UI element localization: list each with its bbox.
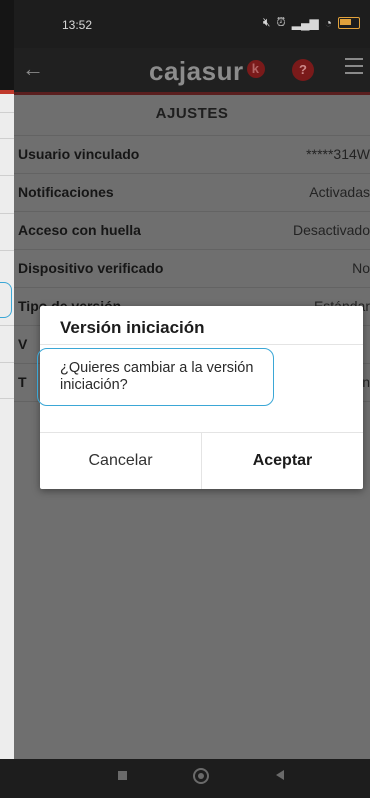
back-icon[interactable] (276, 770, 284, 780)
previous-screen-header (0, 0, 14, 90)
previous-screen-divider (0, 362, 14, 363)
row-label: T (18, 374, 27, 390)
row-value: Activadas (309, 184, 370, 200)
logo-text: cajasur (149, 56, 244, 86)
home-icon[interactable] (193, 768, 209, 784)
logo-badge: k (246, 59, 265, 78)
row-label: Usuario vinculado (18, 146, 140, 162)
previous-screen-divider (0, 138, 14, 139)
previous-screen-divider (0, 398, 14, 399)
previous-screen-divider (0, 213, 14, 214)
alarm-icon: ⏰︎ (276, 15, 286, 29)
row-value: *****314W (306, 146, 370, 162)
settings-row-linked-user[interactable]: Usuario vinculado *****314W (14, 135, 370, 173)
phone-screen: 13:52 🔇︎ ⏰︎ ▂▄▆ ◔ ← cajasur k ? AJUSTES … (14, 0, 370, 798)
signal-icon: ▂▄▆ (291, 15, 319, 30)
row-label: Notificaciones (18, 184, 114, 200)
previous-screen-pane (0, 94, 14, 759)
app-bar: ← cajasur k ? (14, 48, 370, 92)
accept-button[interactable]: Aceptar (202, 433, 363, 489)
settings-row-fingerprint[interactable]: Acceso con huella Desactivado (14, 211, 370, 249)
status-icons: 🔇︎ ⏰︎ ▂▄▆ ◔ (263, 15, 360, 30)
status-time: 13:52 (62, 18, 93, 32)
previous-screen-highlight (0, 282, 12, 318)
row-value: No (352, 260, 370, 276)
previous-screen-divider (0, 175, 14, 176)
settings-row-notifications[interactable]: Notificaciones Activadas (14, 173, 370, 211)
dialog-message: ¿Quieres cambiar a la versión iniciación… (60, 360, 254, 393)
row-value: Desactivado (292, 222, 370, 238)
wifi-icon: ◔ (324, 15, 332, 30)
row-label: Acceso con huella (18, 222, 141, 238)
previous-screen-divider (0, 325, 14, 326)
previous-screen-divider (0, 112, 14, 113)
previous-screen-edge (0, 0, 14, 798)
cajasur-logo: cajasur k (149, 56, 265, 87)
hamburger-menu-icon[interactable] (345, 58, 363, 74)
row-label: Dispositivo verificado (18, 260, 164, 276)
cancel-button[interactable]: Cancelar (40, 433, 201, 489)
row-label: V (18, 336, 28, 352)
previous-screen-divider (0, 250, 14, 251)
previous-screen-navbar (0, 759, 14, 798)
mute-icon: 🔇︎ (262, 15, 271, 29)
settings-row-verified-device[interactable]: Dispositivo verificado No (14, 249, 370, 287)
recents-icon[interactable] (118, 771, 127, 780)
status-bar: 13:52 🔇︎ ⏰︎ ▂▄▆ ◔ (14, 0, 370, 48)
dialog-divider (40, 344, 363, 345)
row-value: n (362, 374, 370, 390)
help-button[interactable]: ? (292, 59, 314, 81)
battery-icon (338, 16, 360, 29)
version-dialog: Versión iniciación ¿Quieres cambiar a la… (37, 306, 363, 489)
back-arrow-icon[interactable]: ← (22, 56, 44, 82)
system-nav-bar (14, 759, 370, 798)
dialog-title: Versión iniciación (60, 318, 205, 337)
page-title: AJUSTES (155, 105, 229, 122)
